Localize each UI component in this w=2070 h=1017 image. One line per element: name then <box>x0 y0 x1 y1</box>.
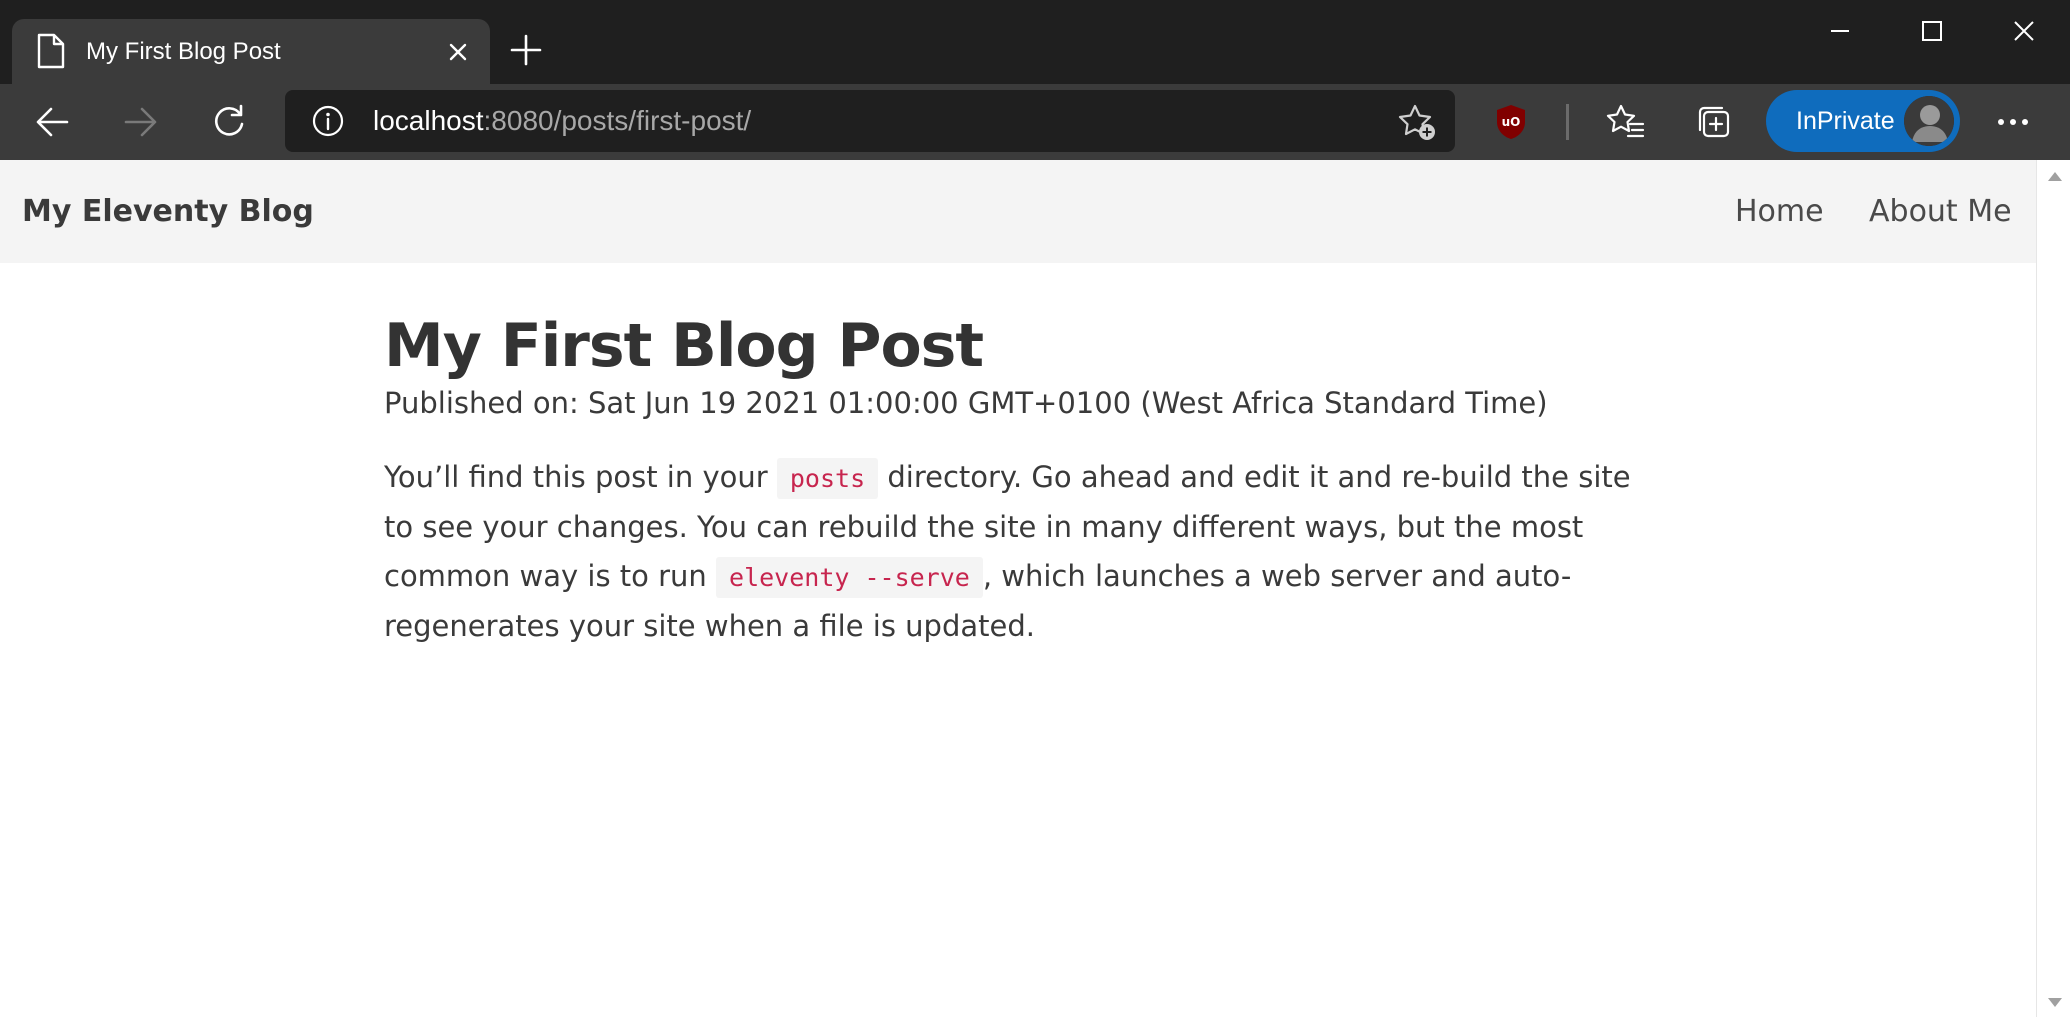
forward-arrow-icon[interactable] <box>116 98 164 146</box>
minimize-icon[interactable] <box>1794 0 1886 62</box>
info-icon[interactable] <box>311 104 345 138</box>
post-body: You’ll find this post in your posts dire… <box>384 453 1654 651</box>
ublock-origin-icon[interactable]: uO <box>1487 98 1535 146</box>
nav-link-about-me[interactable]: About Me <box>1869 160 2012 263</box>
toolbar-separator <box>1566 104 1569 140</box>
post-title: My First Blog Post <box>384 311 984 381</box>
refresh-icon[interactable] <box>205 98 253 146</box>
inline-code-posts: posts <box>776 458 879 499</box>
avatar <box>1904 96 1954 146</box>
maximize-icon[interactable] <box>1886 0 1978 62</box>
url-text: localhost:8080/posts/first-post/ <box>373 90 751 152</box>
vertical-scrollbar[interactable] <box>2036 160 2070 1017</box>
post-body-text: You’ll find this post in your <box>384 460 777 494</box>
site-header: My Eleventy Blog Home About Me <box>0 160 2036 263</box>
tab-strip: My First Blog Post <box>0 0 2070 84</box>
url-host: localhost <box>373 105 484 136</box>
browser-chrome: My First Blog Post localhost:8080/posts/… <box>0 0 2070 160</box>
scroll-up-arrow-icon[interactable] <box>2048 172 2062 181</box>
scroll-down-arrow-icon[interactable] <box>2048 998 2062 1007</box>
svg-text:uO: uO <box>1502 115 1521 129</box>
inprivate-label: InPrivate <box>1796 107 1895 135</box>
plus-icon[interactable] <box>508 32 544 68</box>
back-arrow-icon[interactable] <box>29 98 77 146</box>
close-icon[interactable] <box>442 36 474 68</box>
page-viewport: My Eleventy Blog Home About Me My First … <box>0 160 2036 1017</box>
url-path: :8080/posts/first-post/ <box>483 105 752 136</box>
favorites-icon[interactable] <box>1602 98 1650 146</box>
star-add-icon[interactable] <box>1397 102 1437 142</box>
post-date: Published on: Sat Jun 19 2021 01:00:00 G… <box>384 386 1548 420</box>
inprivate-button[interactable]: InPrivate <box>1766 90 1960 152</box>
address-bar[interactable]: localhost:8080/posts/first-post/ <box>285 90 1455 152</box>
page-icon <box>36 33 66 69</box>
tab-active[interactable]: My First Blog Post <box>12 19 490 84</box>
nav-link-home[interactable]: Home <box>1735 160 1824 263</box>
tab-title: My First Blog Post <box>86 38 281 65</box>
toolbar: localhost:8080/posts/first-post/ uO InPr… <box>0 84 2070 160</box>
site-brand-link[interactable]: My Eleventy Blog <box>22 160 314 263</box>
more-icon[interactable] <box>1988 98 2038 146</box>
collections-icon[interactable] <box>1690 98 1738 146</box>
window-close-icon[interactable] <box>1978 0 2070 62</box>
inline-code-eleventy-serve: eleventy --serve <box>716 557 983 598</box>
post-article: My First Blog Post Published on: Sat Jun… <box>384 310 1654 651</box>
